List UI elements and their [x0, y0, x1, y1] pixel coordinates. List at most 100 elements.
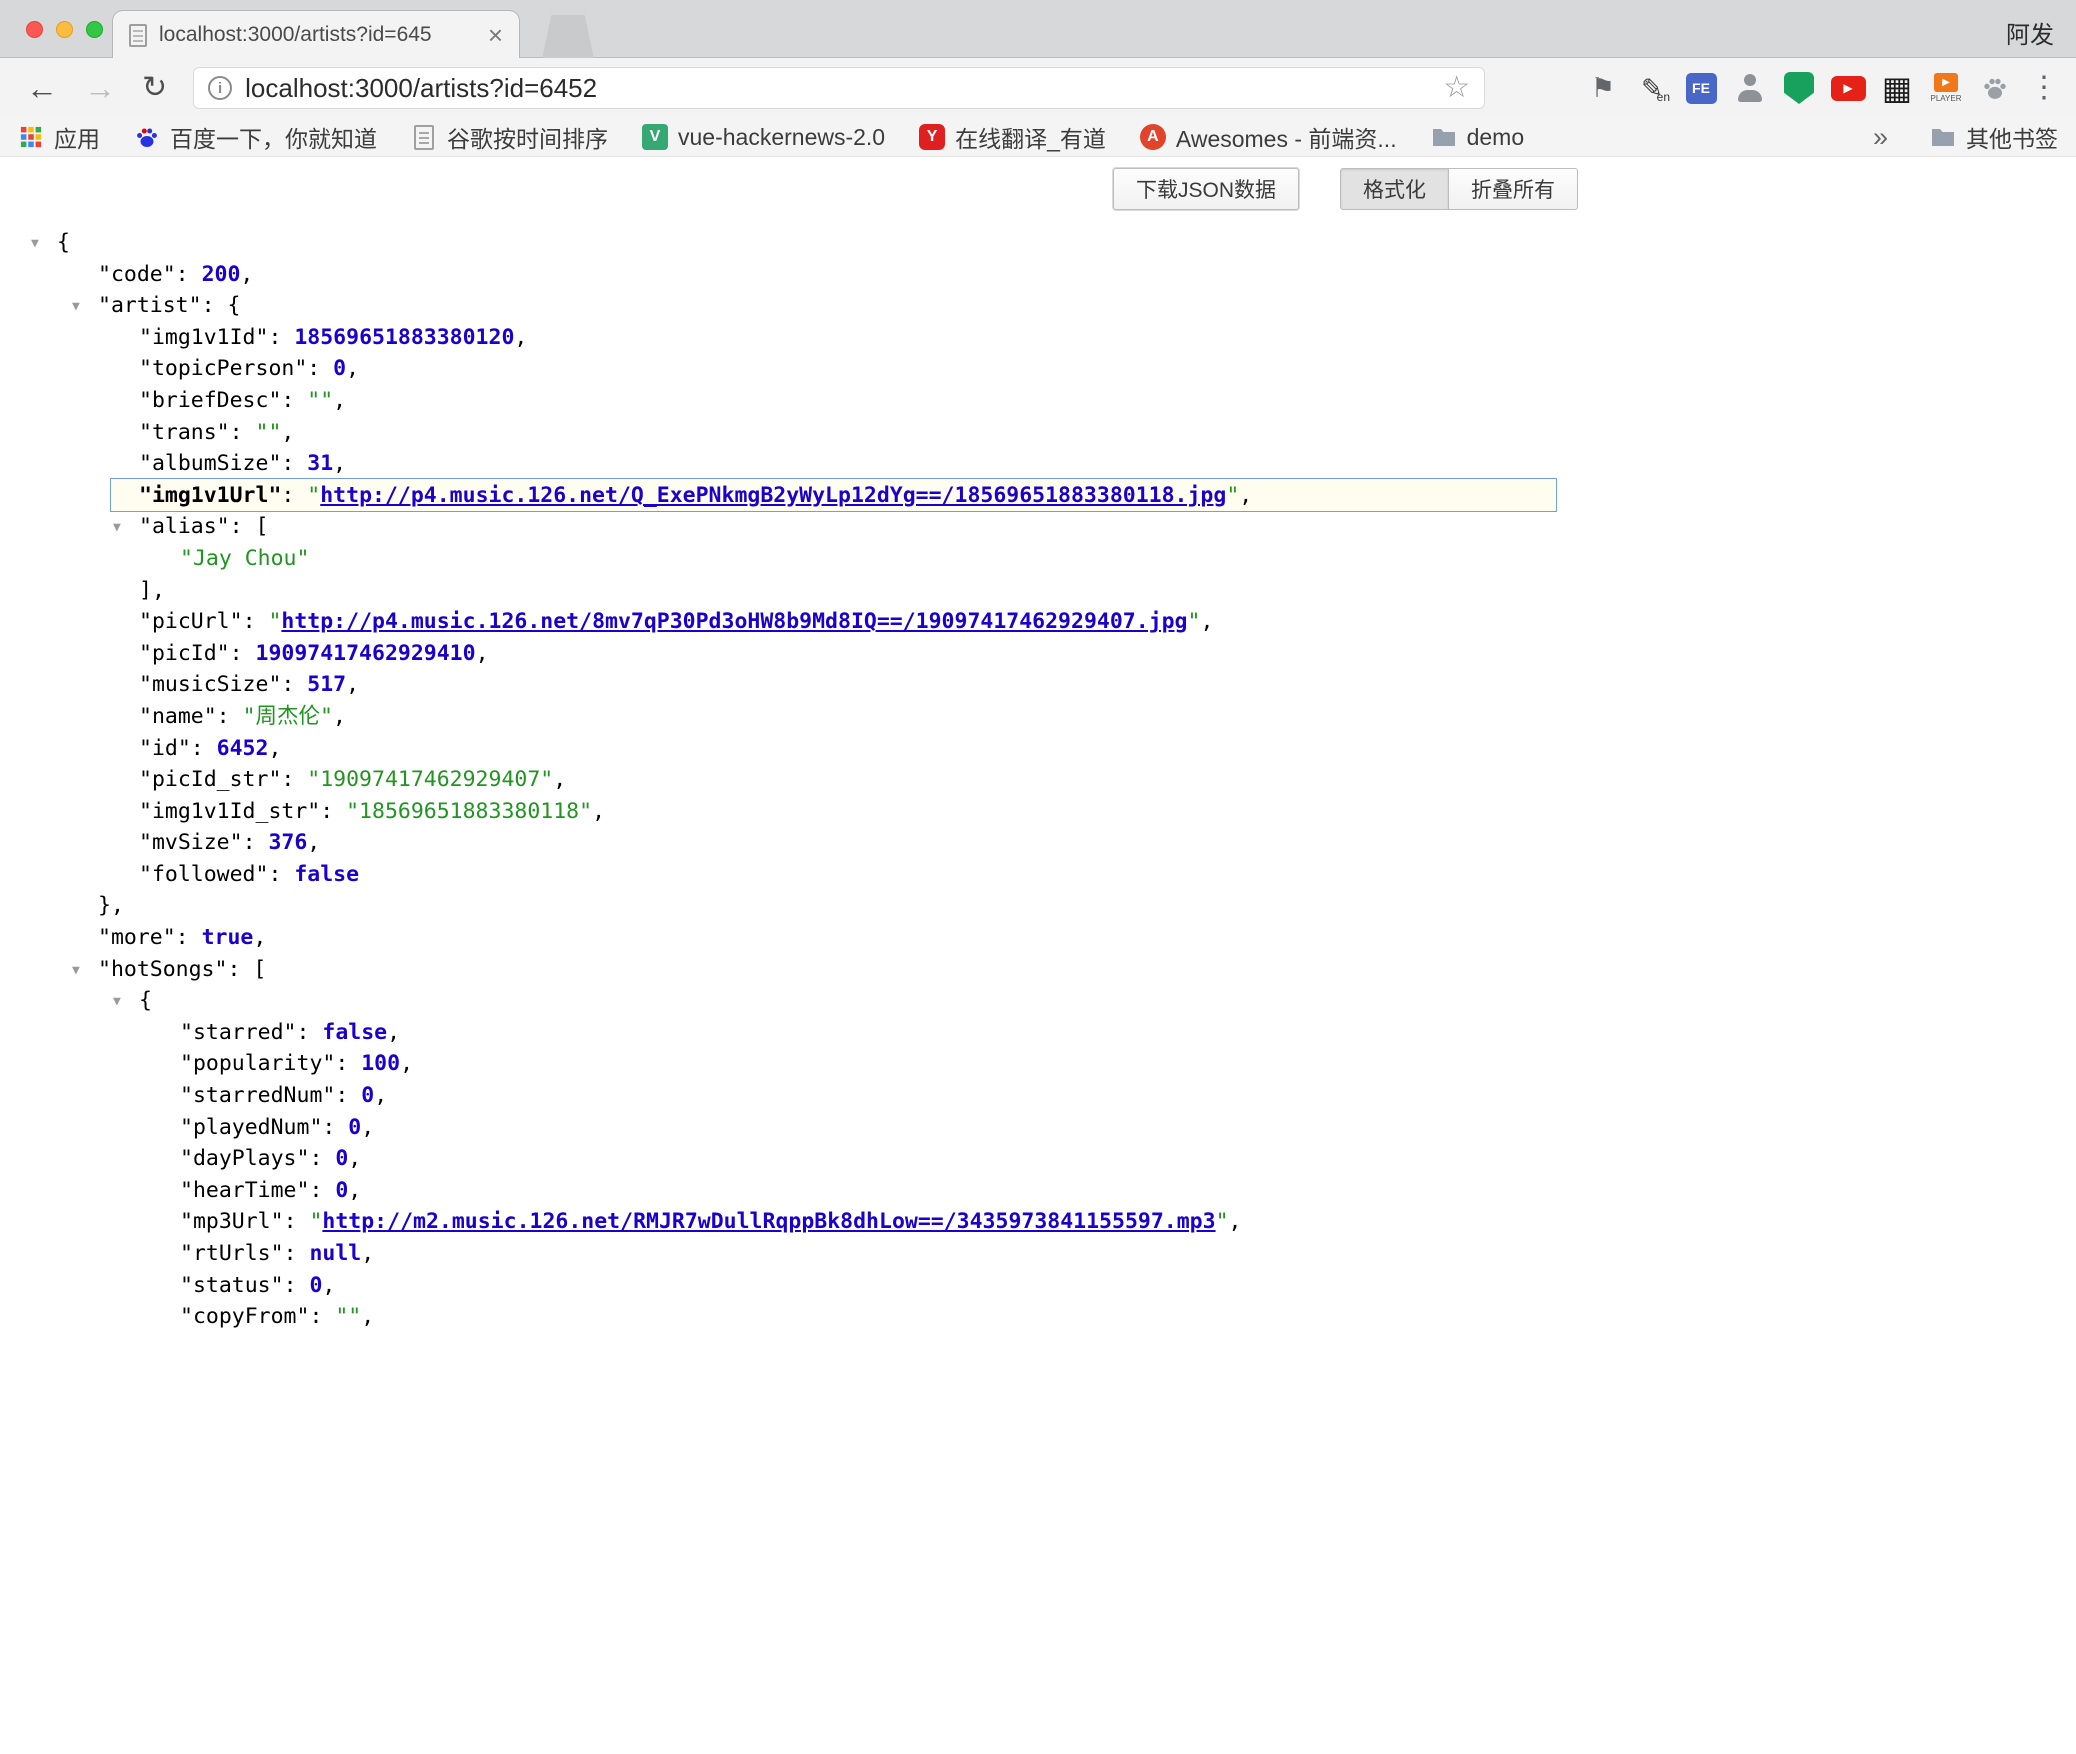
json-token-k: "hearTime" — [180, 1178, 309, 1203]
collapse-toggle-icon[interactable]: ▼ — [72, 955, 80, 987]
json-line: "starred": false, — [0, 1017, 2076, 1049]
bookmark-label: demo — [1467, 124, 1525, 151]
flag-extension-icon[interactable]: ⚑ — [1585, 70, 1621, 106]
json-token-k: "picUrl" — [139, 609, 243, 634]
json-token-p: : — [281, 672, 307, 697]
json-view-toggle-group: 格式化 折叠所有 — [1340, 168, 1578, 210]
json-token-n: 31 — [307, 451, 333, 476]
json-token-p: }, — [98, 893, 124, 918]
json-link[interactable]: http://m2.music.126.net/RMJR7wDullRqppBk… — [322, 1209, 1215, 1234]
bookmark-label: 应用 — [54, 120, 100, 154]
collapse-toggle-icon[interactable]: ▼ — [31, 228, 39, 260]
json-line: "picId_str": "19097417462929407", — [0, 764, 2076, 796]
collapse-all-button[interactable]: 折叠所有 — [1449, 168, 1578, 210]
folder-icon — [1431, 124, 1457, 150]
json-token-p: , — [361, 1241, 374, 1266]
shield-extension-icon[interactable] — [1781, 70, 1817, 106]
url-bar[interactable]: i localhost:3000/artists?id=6452 ☆ — [193, 67, 1485, 109]
page-content: 下载JSON数据 格式化 折叠所有 ▼{"code": 200,▼"artist… — [0, 157, 2076, 1753]
json-lines: ▼{"code": 200,▼"artist": {"img1v1Id": 18… — [0, 157, 2076, 1333]
bookmark-star-icon[interactable]: ☆ — [1443, 73, 1470, 103]
back-button[interactable]: ← — [26, 72, 58, 104]
reload-button[interactable]: ↻ — [142, 73, 167, 103]
window-zoom-button[interactable] — [86, 21, 103, 38]
browser-menu-button[interactable]: ⋮ — [2026, 70, 2062, 106]
json-token-p: [ — [253, 957, 266, 982]
json-token-n: 19097417462929410 — [256, 641, 476, 666]
bookmarks-overflow-chevron[interactable]: » — [1873, 122, 1888, 153]
json-line: ▼"alias": [ — [0, 511, 2076, 543]
translate-pen-extension-icon[interactable]: ✎ en — [1634, 70, 1670, 106]
json-token-p: , — [400, 1051, 413, 1076]
forward-button[interactable]: → — [84, 72, 116, 104]
format-button[interactable]: 格式化 — [1340, 168, 1449, 210]
profile-label: 阿发 — [2006, 15, 2054, 50]
window-close-button[interactable] — [26, 21, 43, 38]
json-line: ▼"hotSongs": [ — [0, 954, 2076, 986]
json-link[interactable]: http://p4.music.126.net/Q_ExePNkmgB2yWyL… — [320, 483, 1226, 508]
json-token-s: "Jay Chou" — [180, 546, 309, 571]
collapse-toggle-icon[interactable]: ▼ — [113, 986, 121, 1018]
json-token-p: , — [348, 1178, 361, 1203]
json-token-p: : — [230, 420, 256, 445]
page-info-icon[interactable]: i — [208, 76, 232, 100]
bookmark-google-sort[interactable]: 谷歌按时间排序 — [411, 120, 608, 154]
bookmark-demo-folder[interactable]: demo — [1431, 124, 1525, 151]
json-token-s: "18569651883380118" — [346, 799, 592, 824]
fe-extension-icon[interactable]: FE — [1683, 70, 1719, 106]
json-token-p: : — [202, 293, 228, 318]
json-line: "img1v1Id_str": "18569651883380118", — [0, 796, 2076, 828]
youtube-extension-icon[interactable]: ▶ — [1830, 70, 1866, 106]
json-token-p: : — [230, 514, 256, 539]
profile-person-extension-icon[interactable] — [1732, 70, 1768, 106]
json-token-n: 0 — [309, 1273, 322, 1298]
json-token-k: "picId" — [139, 641, 230, 666]
json-token-k: "followed" — [139, 862, 268, 887]
json-token-k: "mp3Url" — [180, 1209, 284, 1234]
browser-tab[interactable]: localhost:3000/artists?id=645 × — [112, 10, 520, 59]
download-json-button[interactable]: 下载JSON数据 — [1113, 168, 1299, 210]
json-line: "dayPlays": 0, — [0, 1143, 2076, 1175]
json-line: ▼{ — [0, 227, 2076, 259]
qr-code-extension-icon[interactable]: ▦ — [1879, 70, 1915, 106]
json-token-k: "img1v1Id" — [139, 325, 268, 350]
collapse-toggle-icon[interactable]: ▼ — [72, 291, 80, 323]
bookmark-awesomes[interactable]: A Awesomes - 前端资... — [1140, 120, 1397, 154]
paw-extension-icon[interactable] — [1977, 70, 2013, 106]
json-line: "briefDesc": "", — [0, 385, 2076, 417]
bookmark-vue-hackernews[interactable]: V vue-hackernews-2.0 — [642, 124, 885, 151]
json-line: "img1v1Url": "http://p4.music.126.net/Q_… — [0, 480, 2076, 512]
url-text[interactable]: localhost:3000/artists?id=6452 — [245, 73, 1430, 104]
json-token-p: , — [361, 1304, 374, 1329]
tab-close-icon[interactable]: × — [488, 22, 503, 48]
new-tab-button[interactable] — [542, 15, 594, 59]
bookmark-other-bookmarks[interactable]: 其他书签 — [1930, 120, 2058, 154]
json-token-p: : — [284, 1209, 310, 1234]
document-icon — [411, 124, 437, 150]
tab-title: localhost:3000/artists?id=645 — [159, 23, 476, 47]
json-line: "copyFrom": "", — [0, 1301, 2076, 1333]
window-minimize-button[interactable] — [56, 21, 73, 38]
apps-grid-icon — [18, 124, 44, 150]
awesomes-icon: A — [1140, 124, 1166, 150]
bookmark-baidu[interactable]: 百度一下，你就知道 — [134, 120, 377, 154]
bookmark-youdao-translate[interactable]: Y 在线翻译_有道 — [919, 120, 1106, 154]
youdao-icon: Y — [919, 124, 945, 150]
json-token-s: "" — [307, 388, 333, 413]
json-token-p: : — [176, 925, 202, 950]
json-token-p: : — [322, 1115, 348, 1140]
json-token-p: : — [281, 483, 307, 508]
json-link[interactable]: http://p4.music.126.net/8mv7qP30Pd3oHW8b… — [281, 609, 1187, 634]
player-extension-icon[interactable]: ▶ PLAYER — [1928, 70, 1964, 106]
json-line: "popularity": 100, — [0, 1048, 2076, 1080]
json-line: "img1v1Id": 18569651883380120, — [0, 322, 2076, 354]
json-token-p: , — [307, 830, 320, 855]
bookmark-label: 在线翻译_有道 — [955, 120, 1106, 154]
json-line: "playedNum": 0, — [0, 1112, 2076, 1144]
shield-icon — [1784, 72, 1814, 104]
collapse-toggle-icon[interactable]: ▼ — [113, 512, 121, 544]
json-token-p: : — [227, 957, 253, 982]
bookmark-apps[interactable]: 应用 — [18, 120, 100, 154]
json-token-n: 0 — [333, 356, 346, 381]
json-line: "picUrl": "http://p4.music.126.net/8mv7q… — [0, 606, 2076, 638]
